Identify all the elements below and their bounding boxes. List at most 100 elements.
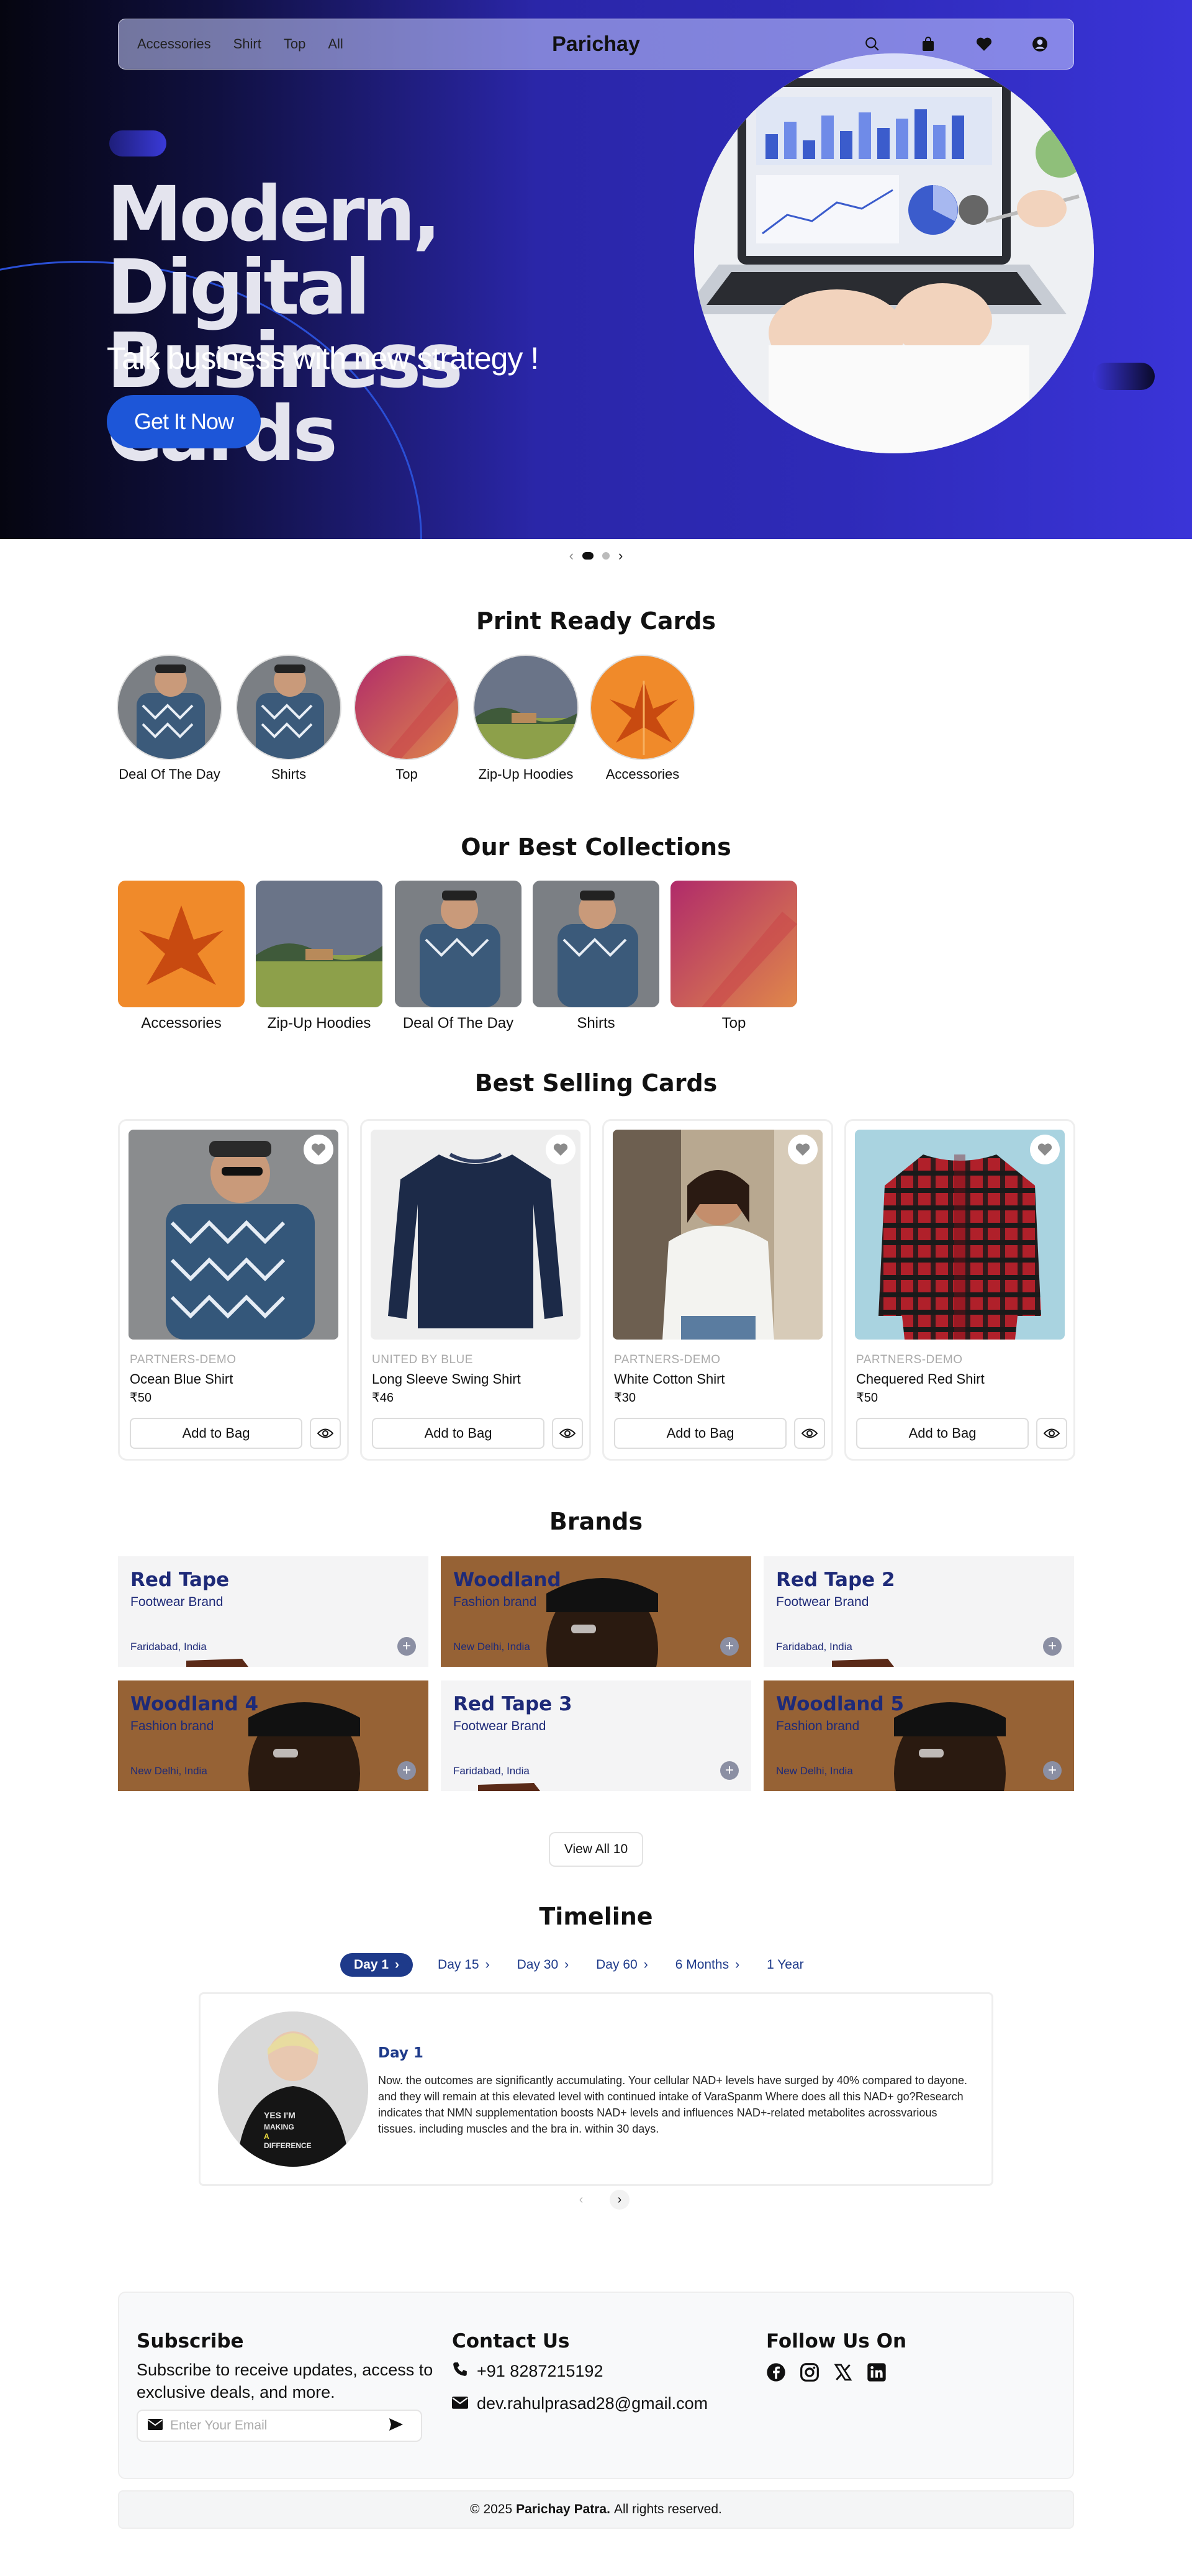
nav-link-shirt[interactable]: Shirt (233, 36, 261, 52)
brand-name: Red Tape 3 (453, 1693, 572, 1715)
product-image (613, 1130, 823, 1340)
tab-day-30[interactable]: Day 30 › (515, 1953, 572, 1977)
timeline-avatar: YES I'M MAKING A DIFFERENCE (218, 2011, 368, 2167)
linkedin-icon[interactable] (867, 2362, 887, 2385)
product-name[interactable]: Long Sleeve Swing Shirt (372, 1371, 521, 1387)
follow-column: Follow Us On (766, 2330, 1052, 2385)
brand-type: Fashion brand (776, 1719, 860, 1733)
nav-links: Accessories Shirt Top All (137, 36, 343, 52)
collection-label: Zip-Up Hoodies (267, 1015, 371, 1032)
nav-link-top[interactable]: Top (284, 36, 305, 52)
plus-icon[interactable]: + (1043, 1761, 1062, 1780)
product-card[interactable]: PARTNERS-DEMO Chequered Red Shirt ₹50 Ad… (844, 1119, 1075, 1461)
carousel-next-icon[interactable]: › (618, 548, 623, 564)
follow-title: Follow Us On (766, 2330, 907, 2352)
plus-icon[interactable]: + (1043, 1637, 1062, 1656)
tab-day-60[interactable]: Day 60 › (594, 1953, 651, 1977)
wishlist-heart-icon[interactable] (304, 1135, 333, 1164)
plus-icon[interactable]: + (720, 1637, 739, 1656)
user-icon[interactable] (1030, 34, 1050, 54)
category-label: Top (395, 766, 418, 782)
collection-image (533, 881, 659, 1007)
hero-subtitle: Talk business with new strategy ! (107, 341, 539, 376)
x-icon[interactable] (833, 2362, 853, 2385)
product-card[interactable]: PARTNERS-DEMO Ocean Blue Shirt ₹50 Add t… (118, 1119, 349, 1461)
carousel-prev-icon[interactable]: ‹ (569, 548, 574, 564)
product-card[interactable]: PARTNERS-DEMO White Cotton Shirt ₹30 Add… (602, 1119, 833, 1461)
plus-icon[interactable]: + (720, 1761, 739, 1780)
category-image (473, 655, 579, 760)
brand-type: Footwear Brand (776, 1595, 869, 1609)
product-name[interactable]: Ocean Blue Shirt (130, 1371, 233, 1387)
wishlist-heart-icon[interactable] (1030, 1135, 1060, 1164)
view-all-brands-button[interactable]: View All 10 (549, 1832, 643, 1867)
product-vendor: PARTNERS-DEMO (856, 1353, 963, 1366)
carousel-dot-active[interactable] (582, 552, 594, 560)
facebook-icon[interactable] (766, 2362, 786, 2385)
category-zip-up-hoodies[interactable]: Zip-Up Hoodies (473, 655, 579, 782)
wishlist-heart-icon[interactable] (788, 1135, 818, 1164)
chevron-right-icon[interactable]: › (610, 2190, 630, 2210)
chevron-left-icon[interactable]: ‹ (571, 2190, 591, 2210)
nav-link-all[interactable]: All (328, 36, 343, 52)
product-name[interactable]: White Cotton Shirt (614, 1371, 725, 1387)
tab-1-year[interactable]: 1 Year (764, 1953, 806, 1977)
category-shirts[interactable]: Shirts (236, 655, 341, 782)
collection-top[interactable]: Top (670, 881, 797, 1032)
brand-type: Footwear Brand (453, 1719, 546, 1733)
plus-icon[interactable]: + (397, 1761, 416, 1780)
tab-day-1[interactable]: Day 1 › (340, 1953, 413, 1977)
wishlist-heart-icon[interactable] (546, 1135, 576, 1164)
hero-banner: Modern, DigitalBusiness Cards Talk busin… (0, 0, 1192, 539)
email-input[interactable] (170, 2418, 381, 2433)
chevron-right-icon: › (564, 1957, 569, 1972)
collection-shirts[interactable]: Shirts (533, 881, 659, 1032)
brand-tile[interactable]: Woodland Fashion brand New Delhi, India … (441, 1556, 751, 1667)
brand-tile[interactable]: Red Tape Footwear Brand Faridabad, India… (118, 1556, 428, 1667)
brand-name: Red Tape (130, 1569, 230, 1591)
timeline-card-title: Day 1 (378, 2045, 423, 2061)
hero-carousel-controls: ‹ › (555, 546, 637, 565)
carousel-dot[interactable] (602, 552, 610, 560)
collection-deal-of-the-day[interactable]: Deal Of The Day (395, 881, 522, 1032)
tab-6-months[interactable]: 6 Months › (673, 1953, 742, 1977)
plus-icon[interactable]: + (397, 1637, 416, 1656)
add-to-bag-button[interactable]: Add to Bag (372, 1418, 544, 1449)
tab-day-15[interactable]: Day 15 › (435, 1953, 492, 1977)
nav-link-accessories[interactable]: Accessories (137, 36, 211, 52)
quick-view-eye-icon[interactable] (310, 1418, 341, 1449)
quick-view-eye-icon[interactable] (794, 1418, 825, 1449)
collection-zip-up-hoodies[interactable]: Zip-Up Hoodies (256, 881, 382, 1032)
contact-phone[interactable]: +91 8287215192 (452, 2361, 738, 2382)
product-card[interactable]: UNITED BY BLUE Long Sleeve Swing Shirt ₹… (360, 1119, 591, 1461)
hero-image (694, 53, 1094, 453)
category-top[interactable]: Top (354, 655, 459, 782)
quick-view-eye-icon[interactable] (552, 1418, 583, 1449)
brand-tile[interactable]: Red Tape 3 Footwear Brand Faridabad, Ind… (441, 1680, 751, 1791)
category-deal-of-the-day[interactable]: Deal Of The Day (117, 655, 222, 782)
instagram-icon[interactable] (800, 2362, 820, 2385)
bag-icon[interactable] (918, 34, 938, 54)
collection-accessories[interactable]: Accessories (118, 881, 245, 1032)
product-name[interactable]: Chequered Red Shirt (856, 1371, 985, 1387)
add-to-bag-button[interactable]: Add to Bag (130, 1418, 302, 1449)
add-to-bag-button[interactable]: Add to Bag (614, 1418, 787, 1449)
phone-icon (452, 2361, 468, 2382)
quick-view-eye-icon[interactable] (1036, 1418, 1067, 1449)
brand-name: Red Tape 2 (776, 1569, 895, 1591)
heart-icon[interactable] (974, 34, 994, 54)
avatar-shirt-text: YES I'M (264, 2110, 296, 2120)
category-accessories[interactable]: Accessories (590, 655, 695, 782)
add-to-bag-button[interactable]: Add to Bag (856, 1418, 1029, 1449)
brand-tile[interactable]: Red Tape 2 Footwear Brand Faridabad, Ind… (764, 1556, 1074, 1667)
subscribe-text: Subscribe to receive updates, access to … (137, 2361, 433, 2401)
brand-location: New Delhi, India (130, 1765, 207, 1777)
brand-tile[interactable]: Woodland 5 Fashion brand New Delhi, Indi… (764, 1680, 1074, 1791)
product-price: ₹46 (372, 1391, 394, 1405)
search-icon[interactable] (862, 34, 882, 54)
contact-email[interactable]: dev.rahulprasad28@gmail.com (452, 2394, 738, 2413)
brand-tile[interactable]: Woodland 4 Fashion brand New Delhi, Indi… (118, 1680, 428, 1791)
send-icon[interactable] (389, 2418, 404, 2434)
get-it-now-button[interactable]: Get It Now (107, 395, 261, 448)
product-image (855, 1130, 1065, 1340)
